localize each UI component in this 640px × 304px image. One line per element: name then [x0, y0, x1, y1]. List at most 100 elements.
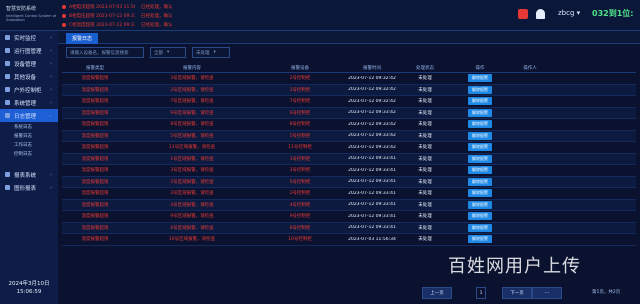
- release-alarm-button[interactable]: 解除报警: [468, 166, 492, 175]
- sidebar-subitem-system-log[interactable]: 系统日志: [0, 122, 58, 131]
- table-row: 温度报警超限 3号区域报警，请检查 3号控制柜 2023-07-12 09:33:41…: [62, 165, 636, 177]
- top-bar: 智慧安防系统 Intelligent Control System of Sub…: [0, 0, 640, 31]
- sidebar-subitem-control-log[interactable]: 控制日志: [0, 149, 58, 158]
- search-input[interactable]: 请输入设备名，报警信息搜索: [66, 47, 144, 58]
- other-icon: [5, 74, 10, 79]
- cell-device: 5号控制柜: [289, 179, 311, 185]
- device-icon: [5, 61, 10, 66]
- sidebar-item-reports[interactable]: 报表系统 ›: [0, 168, 58, 181]
- monitor-icon: [5, 35, 10, 40]
- status-select[interactable]: 未处理 ▾: [192, 47, 230, 58]
- cell-action: 解除报警: [450, 189, 510, 198]
- sidebar-item-devices[interactable]: 设备管理 ›: [0, 57, 58, 70]
- cell-device: 9号控制柜: [289, 214, 311, 220]
- alarm-item[interactable]: A相电流超限 2023-07-03 11:56:23已经处理，确认: [62, 2, 173, 11]
- cell-content: 5号区域报警，请检查: [170, 179, 214, 185]
- release-alarm-button[interactable]: 解除报警: [468, 143, 492, 152]
- cell-action: 解除报警: [450, 143, 510, 152]
- cell-content: 3号区域报警，请检查: [170, 168, 214, 174]
- sidebar-item-logs[interactable]: 日志管理 ⌄: [0, 109, 58, 122]
- table-row: 温度报警超限 10号区域报警，请检查 10号控制柜 2023-07-03 11:56:…: [62, 234, 636, 246]
- release-alarm-button[interactable]: 解除报警: [468, 120, 492, 129]
- clock: 032到1位:: [592, 9, 634, 18]
- sidebar-item-other[interactable]: 其他设备 ›: [0, 70, 58, 83]
- release-alarm-button[interactable]: 解除报警: [468, 200, 492, 209]
- cell-time: 2023-07-12 09:33:41: [348, 190, 396, 196]
- tab-bar: 报警日志: [58, 31, 640, 44]
- sidebar-subitem-work-log[interactable]: 工作日志: [0, 140, 58, 149]
- cell-content: 9号区域报警，请检查: [170, 110, 214, 116]
- release-alarm-button[interactable]: 解除报警: [468, 189, 492, 198]
- cell-action: 解除报警: [450, 235, 510, 244]
- table-row: 温度报警超限 5号区域报警，请检查 5号控制柜 2023-07-12 09:33:42…: [62, 130, 636, 142]
- cell-time: 2023-07-03 11:56:34: [348, 236, 396, 242]
- sidebar-item-realtime[interactable]: 实时监控 ›: [0, 31, 58, 44]
- cell-device: 1号控制柜: [289, 87, 311, 93]
- cell-time: 2023-07-12 09:33:42: [348, 110, 396, 116]
- chevron-down-icon: ⌄: [47, 112, 52, 119]
- sidebar-item-system[interactable]: 系统管理 ›: [0, 96, 58, 109]
- tab-alarm-log[interactable]: 报警日志: [66, 33, 99, 44]
- release-alarm-button[interactable]: 解除报警: [468, 154, 492, 163]
- alarm-item[interactable]: C相温度超限 2023-07-12 09:33:42已经处理，确认: [62, 20, 173, 29]
- col-content: 报警内容: [183, 66, 201, 71]
- release-alarm-button[interactable]: 解除报警: [468, 223, 492, 232]
- cell-status: 未处理: [418, 99, 432, 105]
- alarm-item[interactable]: B相电压超限 2023-07-12 09:33:41已经处理，确认: [62, 11, 173, 20]
- release-alarm-button[interactable]: 解除报警: [468, 212, 492, 221]
- next-page-button[interactable]: 下一页: [502, 287, 532, 299]
- cell-status: 未处理: [418, 122, 432, 128]
- sidebar-item-graph-reports[interactable]: 图形报表 ›: [0, 181, 58, 194]
- sidebar-subitem-alarm-log[interactable]: 报警日志: [0, 131, 58, 140]
- table-row: 温度报警超限 4号区域报警，请检查 4号控制柜 2023-07-12 09:33:41…: [62, 199, 636, 211]
- page-number[interactable]: 1: [476, 287, 486, 299]
- cell-content: 2号区域报警，请检查: [170, 87, 214, 93]
- alarm-table: 报警类型 报警内容 报警设备 报警时间 处理状态 操作 操作人 温度报警超限 3号…: [62, 64, 636, 246]
- cell-content: 7号区域报警，请检查: [170, 99, 214, 105]
- cell-device: 8号控制柜: [289, 122, 311, 128]
- sidebar-datetime: 2024年3月10日 15:06:59: [0, 280, 58, 296]
- chevron-right-icon: ›: [50, 184, 52, 191]
- cell-content: 2号区域报警，请检查: [170, 191, 214, 197]
- release-alarm-button[interactable]: 解除报警: [468, 235, 492, 244]
- cell-status: 未处理: [418, 156, 432, 162]
- cell-type: 温度报警超限: [81, 191, 109, 197]
- table-row: 温度报警超限 11号区域报警，请检查 11号控制柜 2023-07-12 09:33:…: [62, 142, 636, 154]
- cell-status: 未处理: [418, 202, 432, 208]
- col-device: 报警设备: [291, 66, 309, 71]
- cell-device: 1号控制柜: [289, 156, 311, 162]
- cell-content: 11号区域报警，请检查: [168, 145, 216, 151]
- cell-device: 5号控制柜: [289, 133, 311, 139]
- alarm-icon[interactable]: [518, 9, 528, 19]
- user-menu[interactable]: zbcg ▾: [558, 9, 580, 17]
- cell-time: 2023-07-12 09:33:41: [348, 225, 396, 231]
- username: zbcg: [558, 9, 575, 17]
- table-row: 温度报警超限 2号区域报警，请检查 1号控制柜 2023-07-12 09:32:42…: [62, 84, 636, 96]
- release-alarm-button[interactable]: 解除报警: [468, 85, 492, 94]
- release-alarm-button[interactable]: 解除报警: [468, 131, 492, 140]
- release-alarm-button[interactable]: 解除报警: [468, 108, 492, 117]
- diagram-icon: [5, 48, 10, 53]
- cell-device: 10号控制柜: [288, 237, 312, 243]
- prev-page-button[interactable]: 上一页: [422, 287, 452, 299]
- cell-status: 未处理: [418, 191, 432, 197]
- cell-type: 温度报警超限: [81, 99, 109, 105]
- cell-type: 温度报警超限: [81, 168, 109, 174]
- sidebar-item-diagram[interactable]: 运行图管理 ›: [0, 44, 58, 57]
- pagination: 上一页 1 下一页 ⋯ 第1页，共2页: [58, 284, 640, 299]
- sidebar-item-outdoor[interactable]: 户外控制柜 ›: [0, 83, 58, 96]
- jump-page-button[interactable]: ⋯: [532, 287, 562, 299]
- type-select[interactable]: 全部 ▾: [150, 47, 186, 58]
- cell-action: 解除报警: [450, 97, 510, 106]
- cell-time: 2023-07-12 09:33:41: [348, 156, 396, 162]
- cell-type: 温度报警超限: [81, 202, 109, 208]
- chevron-right-icon: ›: [50, 99, 52, 106]
- chevron-right-icon: ›: [50, 171, 52, 178]
- cell-time: 2023-07-12 09:33:42: [348, 121, 396, 127]
- release-alarm-button[interactable]: 解除报警: [468, 177, 492, 186]
- sidebar-date: 2024年3月10日: [8, 281, 50, 287]
- cell-action: 解除报警: [450, 154, 510, 163]
- release-alarm-button[interactable]: 解除报警: [468, 97, 492, 106]
- bell-icon[interactable]: [536, 9, 545, 19]
- release-alarm-button[interactable]: 解除报警: [468, 74, 492, 83]
